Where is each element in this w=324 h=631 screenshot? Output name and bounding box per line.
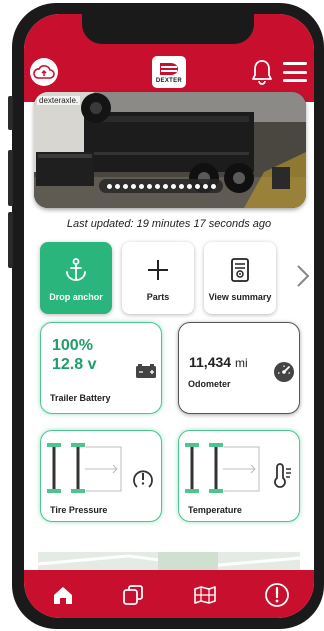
drop-anchor-label: Drop anchor bbox=[49, 292, 103, 302]
plus-icon bbox=[148, 260, 168, 280]
dexter-logo: DEXTER bbox=[152, 56, 186, 88]
parts-button[interactable]: Parts bbox=[122, 242, 194, 314]
alert-icon bbox=[265, 583, 289, 607]
carousel-dot[interactable] bbox=[106, 183, 112, 189]
odometer-label: Odometer bbox=[188, 379, 231, 389]
copy-icon bbox=[123, 585, 143, 605]
side-button-volume-up bbox=[8, 150, 13, 206]
anchor-icon bbox=[66, 258, 86, 281]
bell-icon bbox=[252, 60, 272, 85]
tab-copy[interactable] bbox=[120, 582, 146, 608]
tire-pressure-warning-icon bbox=[133, 470, 153, 488]
carousel-dot[interactable] bbox=[186, 183, 192, 189]
logo-text: DEXTER bbox=[155, 77, 183, 84]
carousel-dot[interactable] bbox=[194, 183, 200, 189]
cloud-sync-button[interactable] bbox=[30, 58, 58, 86]
cloud-sync-icon bbox=[33, 65, 55, 79]
device-notch bbox=[82, 14, 254, 44]
hamburger-menu-icon bbox=[283, 62, 307, 65]
view-summary-button[interactable]: View summary bbox=[204, 242, 276, 314]
map-preview[interactable] bbox=[37, 552, 301, 570]
odometer-card[interactable]: 11,434 mi Odometer bbox=[178, 322, 300, 414]
drop-anchor-button[interactable]: Drop anchor bbox=[40, 242, 112, 314]
carousel-dot[interactable] bbox=[130, 183, 136, 189]
carousel-dot[interactable] bbox=[122, 183, 128, 189]
battery-icon bbox=[136, 364, 156, 378]
carousel-dot[interactable] bbox=[114, 183, 120, 189]
carousel-dot[interactable] bbox=[170, 183, 176, 189]
notifications-button[interactable] bbox=[250, 58, 274, 86]
carousel-dot[interactable] bbox=[210, 183, 216, 189]
app-header: DEXTER bbox=[24, 14, 314, 102]
bottom-tab-bar bbox=[24, 570, 314, 618]
thermometer-icon bbox=[274, 463, 291, 488]
battery-percent: 100% bbox=[52, 337, 93, 354]
temperature-label: Temperature bbox=[188, 505, 242, 515]
chevron-right-icon bbox=[297, 265, 310, 287]
carousel-dot[interactable] bbox=[138, 183, 144, 189]
side-button-volume-down bbox=[8, 212, 13, 268]
battery-voltage: 12.8 v bbox=[52, 356, 97, 373]
photo-caption: dexteraxle. bbox=[37, 96, 81, 105]
summary-document-icon bbox=[231, 258, 249, 282]
gauge-icon bbox=[274, 362, 294, 382]
scroll-right-button[interactable] bbox=[294, 264, 312, 288]
dexter-mark-icon bbox=[160, 62, 178, 75]
odometer-value: 11,434 bbox=[189, 354, 232, 370]
odometer-unit: mi bbox=[234, 356, 248, 370]
parts-label: Parts bbox=[146, 292, 170, 302]
temperature-card[interactable]: Temperature bbox=[178, 430, 300, 522]
carousel-dots[interactable] bbox=[99, 179, 223, 193]
map-icon bbox=[194, 586, 216, 604]
tab-home[interactable] bbox=[50, 582, 76, 608]
view-summary-label: View summary bbox=[208, 292, 272, 302]
carousel-dot[interactable] bbox=[202, 183, 208, 189]
last-updated-text: Last updated: 19 minutes 17 seconds ago bbox=[66, 218, 272, 230]
tab-alerts[interactable] bbox=[264, 582, 290, 608]
battery-label: Trailer Battery bbox=[50, 393, 111, 403]
trailer-battery-card[interactable]: 100% 12.8 v Trailer Battery bbox=[40, 322, 162, 414]
carousel-dot[interactable] bbox=[154, 183, 160, 189]
home-icon bbox=[54, 587, 72, 604]
carousel-dot[interactable] bbox=[146, 183, 152, 189]
tire-pressure-label: Tire Pressure bbox=[50, 505, 108, 515]
tire-pressure-card[interactable]: Tire Pressure bbox=[40, 430, 162, 522]
side-button-mute bbox=[8, 96, 13, 130]
app-screen: DEXTER dexteraxle. Last updated: 19 minu… bbox=[24, 14, 314, 618]
carousel-dot[interactable] bbox=[178, 183, 184, 189]
tab-map[interactable] bbox=[192, 582, 218, 608]
carousel-dot[interactable] bbox=[162, 183, 168, 189]
hamburger-menu-button[interactable] bbox=[282, 62, 308, 82]
